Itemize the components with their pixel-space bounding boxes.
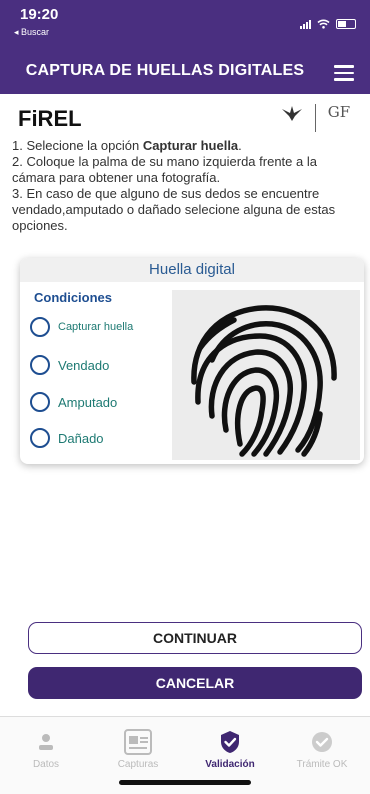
option-label: Dañado	[58, 430, 104, 446]
tab-label: Datos	[32, 759, 60, 770]
fingerprint-icon	[191, 305, 337, 457]
tab-datos[interactable]: Datos	[0, 717, 92, 770]
tab-validacion[interactable]: Validación	[184, 717, 276, 770]
shield-check-icon	[221, 731, 239, 753]
logo-divider	[315, 104, 316, 132]
gf-logo: GF	[327, 103, 351, 121]
radio-amputado[interactable]	[30, 392, 50, 412]
menu-icon[interactable]	[334, 65, 354, 81]
person-icon	[39, 734, 53, 750]
radio-capturar-huella[interactable]	[30, 317, 50, 337]
status-bar: 19:20 ◂ Buscar	[0, 0, 370, 52]
option-label: Amputado	[58, 394, 118, 410]
tab-label: Validación	[205, 759, 255, 770]
instruction-step-1: 1. Selecione la opción Capturar huella.	[12, 138, 242, 153]
radio-vendado[interactable]	[30, 355, 50, 375]
option-amputado[interactable]: Amputado	[30, 392, 117, 412]
home-indicator	[119, 780, 251, 785]
signal-icon	[300, 19, 311, 29]
tab-label: Trámite OK	[296, 759, 348, 770]
battery-icon	[336, 19, 356, 29]
option-label: Capturar huella	[58, 321, 134, 333]
back-to-search-link[interactable]: ◂ Buscar	[14, 27, 49, 38]
radio-danado[interactable]	[30, 428, 50, 448]
option-danado[interactable]: Dañado	[30, 428, 104, 448]
option-capturar-huella[interactable]: Capturar huella	[30, 317, 133, 337]
tab-tramite-ok[interactable]: Trámite OK	[276, 717, 368, 770]
status-time: 19:20	[20, 6, 59, 23]
instruction-step-2: 2. Coloque la palma de su mano izquierda…	[12, 154, 317, 185]
cancel-button[interactable]: CANCELAR	[28, 667, 362, 699]
fingerprint-preview[interactable]	[172, 290, 360, 460]
app-header: CAPTURA DE HUELLAS DIGITALES	[0, 52, 370, 94]
continue-button[interactable]: CONTINUAR	[28, 622, 362, 654]
check-circle-icon	[312, 732, 332, 752]
tab-capturas[interactable]: Capturas	[92, 717, 184, 770]
eagle-seal-logo	[275, 103, 309, 133]
brand-name: FiREL	[18, 106, 82, 131]
photo-id-icon	[124, 729, 152, 755]
logos: GF	[275, 103, 356, 133]
conditions-title: Condiciones	[34, 290, 113, 305]
fingerprint-card: Huella digital Condiciones Capturar huel…	[20, 258, 364, 464]
option-label: Vendado	[58, 357, 110, 373]
instructions: 1. Selecione la opción Capturar huella. …	[12, 138, 357, 234]
instruction-step-3: 3. En caso de que alguno de sus dedos se…	[12, 186, 336, 233]
option-vendado[interactable]: Vendado	[30, 355, 109, 375]
wifi-icon	[317, 19, 330, 29]
card-title: Huella digital	[20, 258, 364, 282]
tab-label: Capturas	[117, 759, 159, 770]
page-title: CAPTURA DE HUELLAS DIGITALES	[25, 62, 305, 79]
status-icons	[300, 19, 356, 29]
